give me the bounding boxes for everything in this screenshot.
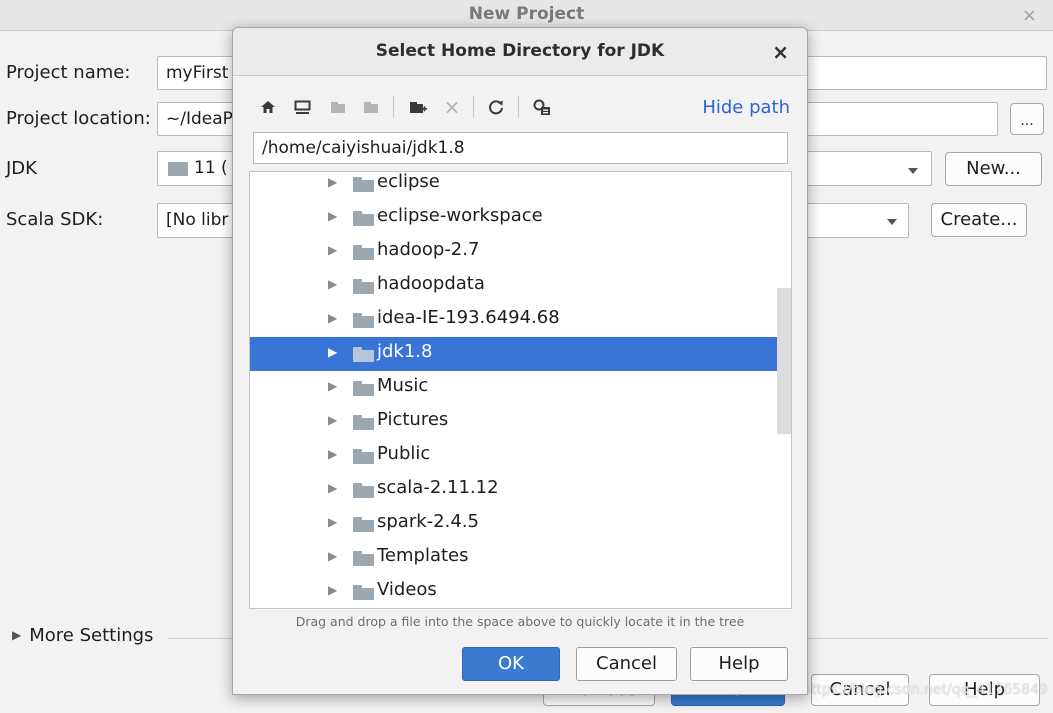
tree-item[interactable]: ▶ Videos [250, 575, 791, 608]
directory-tree[interactable]: ▶ eclipse ▶ eclipse-workspace ▶ hadoop-2.7 ▶ ha… [249, 171, 792, 609]
home-icon[interactable] [257, 94, 279, 120]
tree-item[interactable]: ▶ hadoop-2.7 [250, 235, 791, 269]
jdk-label: JDK [6, 158, 37, 179]
folder-icon [353, 415, 374, 430]
window-close-button[interactable]: × [1022, 5, 1037, 26]
jdk-select-value: 11 ( [194, 158, 228, 178]
more-settings-toggle[interactable]: ▶ More Settings [12, 625, 153, 646]
scala-create-button[interactable]: Create... [931, 203, 1027, 237]
desktop-icon[interactable] [291, 94, 313, 120]
folder-icon [353, 347, 374, 362]
tree-item[interactable]: ▶ Public [250, 439, 791, 473]
tree-item-label: eclipse [377, 171, 440, 192]
tree-item[interactable]: ▶ eclipse-workspace [250, 201, 791, 235]
tree-item[interactable]: ▶ Pictures [250, 405, 791, 439]
watermark: https://blog.csdn.net/qq_41765849 [802, 682, 1048, 698]
expand-arrow-icon[interactable]: ▶ [328, 379, 337, 393]
tree-item-label: hadoop-2.7 [377, 239, 480, 260]
toolbar-separator [393, 96, 394, 118]
tree-item[interactable]: ▶ idea-IE-193.6494.68 [250, 303, 791, 337]
expand-arrow-icon[interactable]: ▶ [328, 549, 337, 563]
toolbar-separator [473, 96, 474, 118]
new-folder-icon[interactable] [407, 94, 429, 120]
toolbar-separator [518, 96, 519, 118]
tree-item-label: scala-2.11.12 [377, 477, 499, 498]
folder-icon [353, 381, 374, 396]
scala-sdk-label: Scala SDK: [6, 209, 104, 230]
expand-arrow-icon[interactable]: ▶ [328, 243, 337, 257]
expand-arrow-icon[interactable]: ▶ [328, 515, 337, 529]
folder-icon [353, 313, 374, 328]
expand-arrow-icon[interactable]: ▶ [328, 583, 337, 597]
expand-triangle-icon: ▶ [12, 628, 22, 642]
tree-item-label: hadoopdata [377, 273, 485, 294]
delete-icon: × [443, 95, 461, 119]
jdk-dropdown-arrow-icon[interactable] [908, 168, 918, 174]
dialog-close-button[interactable]: × [772, 40, 789, 64]
drag-drop-hint: Drag and drop a file into the space abov… [295, 614, 745, 629]
tree-item-label: spark-2.4.5 [377, 511, 479, 532]
folder-icon [353, 449, 374, 464]
expand-arrow-icon[interactable]: ▶ [328, 481, 337, 495]
folder-icon [353, 551, 374, 566]
expand-arrow-icon[interactable]: ▶ [328, 209, 337, 223]
tree-item-label: Public [377, 443, 431, 464]
dialog-help-button[interactable]: Help [690, 647, 788, 681]
folder-icon [353, 517, 374, 532]
more-settings-label: More Settings [29, 625, 154, 646]
expand-arrow-icon[interactable]: ▶ [328, 277, 337, 291]
folder-icon [353, 245, 374, 260]
expand-arrow-icon[interactable]: ▶ [328, 413, 337, 427]
project-location-label: Project location: [6, 108, 151, 129]
tree-item-label: jdk1.8 [377, 341, 433, 362]
tree-item[interactable]: ▶ spark-2.4.5 [250, 507, 791, 541]
scala-dropdown-arrow-icon[interactable] [887, 219, 897, 225]
ok-button[interactable]: OK [462, 647, 560, 681]
expand-arrow-icon[interactable]: ▶ [328, 175, 337, 189]
tree-item[interactable]: ▶ hadoopdata [250, 269, 791, 303]
browse-location-button[interactable]: ... [1010, 103, 1044, 135]
expand-arrow-icon[interactable]: ▶ [328, 345, 337, 359]
tree-item-label: Videos [377, 579, 437, 600]
jdk-new-button[interactable]: New... [945, 152, 1042, 186]
tree-item[interactable]: ▶ Templates [250, 541, 791, 575]
dialog-titlebar: Select Home Directory for JDK × [233, 28, 807, 76]
tree-item[interactable]: ▶ eclipse [250, 171, 791, 201]
tree-item[interactable]: ▶ jdk1.8 [250, 337, 791, 371]
dialog-cancel-button[interactable]: Cancel [576, 647, 677, 681]
tree-item-label: Templates [377, 545, 469, 566]
tree-item-label: eclipse-workspace [377, 205, 543, 226]
jdk-folder-icon [168, 162, 188, 176]
hide-path-link[interactable]: Hide path [702, 97, 790, 118]
show-hidden-icon[interactable] [531, 94, 553, 120]
folder-icon [353, 585, 374, 600]
project-name-label: Project name: [6, 62, 131, 83]
tree-item[interactable]: ▶ scala-2.11.12 [250, 473, 791, 507]
folder-icon [353, 279, 374, 294]
refresh-icon[interactable] [485, 94, 507, 120]
expand-arrow-icon[interactable]: ▶ [328, 311, 337, 325]
tree-item-label: Pictures [377, 409, 449, 430]
folder-icon [353, 483, 374, 498]
tree-item-label: idea-IE-193.6494.68 [377, 307, 560, 328]
dialog-title: Select Home Directory for JDK [375, 41, 665, 61]
module-icon [360, 94, 382, 120]
expand-arrow-icon[interactable]: ▶ [328, 447, 337, 461]
select-jdk-dialog: Select Home Directory for JDK × × Hide p… [232, 27, 808, 695]
project-icon [327, 94, 349, 120]
folder-icon [353, 177, 374, 192]
tree-item[interactable]: ▶ Music [250, 371, 791, 405]
tree-item-label: Music [377, 375, 429, 396]
folder-icon [353, 211, 374, 226]
path-input[interactable]: /home/caiyishuai/jdk1.8 [253, 132, 788, 164]
window-title: New Project [468, 4, 585, 24]
tree-scrollbar-thumb[interactable] [777, 288, 791, 434]
